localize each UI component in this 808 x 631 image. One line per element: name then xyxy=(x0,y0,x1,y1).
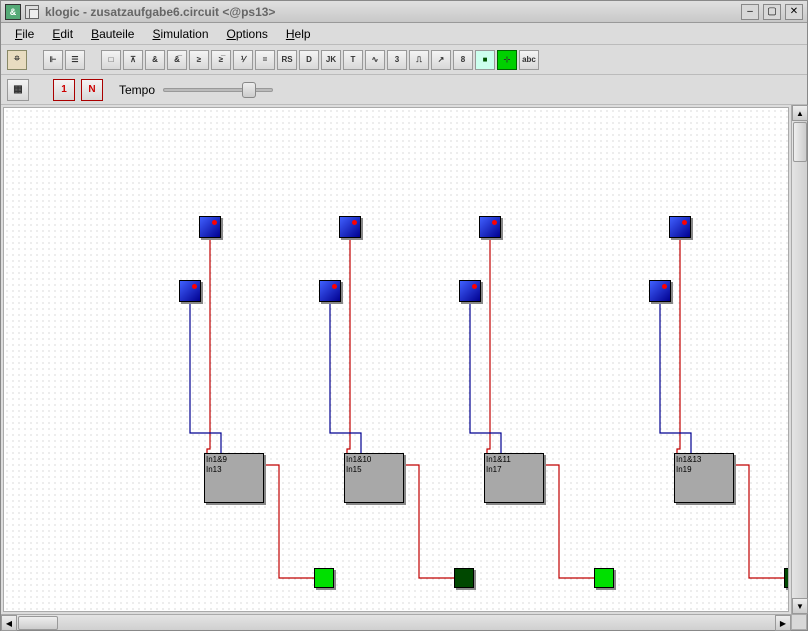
subcircuit-3[interactable]: In1&13In19 xyxy=(674,453,734,503)
sizegrip[interactable] xyxy=(791,614,807,630)
menu-help[interactable]: Help xyxy=(278,25,319,43)
tool-4[interactable]: ⊼ xyxy=(123,50,143,70)
tool-6[interactable]: &̅ xyxy=(167,50,187,70)
tool-14[interactable]: T xyxy=(343,50,363,70)
switch-top-0[interactable] xyxy=(199,216,221,238)
tool-19[interactable]: 8 xyxy=(453,50,473,70)
toolbar-secondary: ▦ 1 N Tempo xyxy=(1,75,807,105)
subcircuit-1[interactable]: In1&10In15 xyxy=(344,453,404,503)
led-2[interactable] xyxy=(594,568,614,588)
switch-bot-1[interactable] xyxy=(319,280,341,302)
tool-9[interactable]: ⅟ xyxy=(233,50,253,70)
toolbar-main: ⯐ ⊩☰ □⊼&&̅≥≥̅⅟=RSDJKT∿3⎍↗8■⊹abc xyxy=(1,45,807,75)
tool-8[interactable]: ≥̅ xyxy=(211,50,231,70)
circuit-canvas[interactable]: In1&9In13 In1&10In15 In1&11In17 In1&13In19 xyxy=(4,108,789,612)
scroll-right-button[interactable]: ▶ xyxy=(775,615,791,631)
menu-options[interactable]: Options xyxy=(219,25,276,43)
tool-2[interactable]: ☰ xyxy=(65,50,85,70)
tool-21[interactable]: ⊹ xyxy=(497,50,517,70)
app-window: & klogic - zusatzaufgabe6.circuit <@ps13… xyxy=(0,0,808,631)
menu-edit[interactable]: Edit xyxy=(44,25,81,43)
scroll-left-button[interactable]: ◀ xyxy=(1,615,17,631)
horizontal-scrollbar[interactable]: ◀ ▶ xyxy=(1,614,791,630)
switch-top-3[interactable] xyxy=(669,216,691,238)
tool-11[interactable]: RS xyxy=(277,50,297,70)
hscroll-thumb[interactable] xyxy=(18,616,58,630)
switch-top-1[interactable] xyxy=(339,216,361,238)
window-title: klogic - zusatzaufgabe6.circuit <@ps13> xyxy=(45,5,737,19)
tool-22[interactable]: abc xyxy=(519,50,539,70)
tempo-label: Tempo xyxy=(119,83,155,97)
menubar: File Edit Bauteile Simulation Options He… xyxy=(1,23,807,45)
tool-13[interactable]: JK xyxy=(321,50,341,70)
bottom-bar: ◀ ▶ xyxy=(1,614,807,630)
switch-top-2[interactable] xyxy=(479,216,501,238)
tempo-control: Tempo xyxy=(119,83,273,97)
wire-layer xyxy=(4,108,789,612)
menu-simulation[interactable]: Simulation xyxy=(144,25,216,43)
tool-5[interactable]: & xyxy=(145,50,165,70)
restore-icon[interactable] xyxy=(25,5,39,19)
tempo-slider[interactable] xyxy=(163,88,273,92)
tool-16[interactable]: 3 xyxy=(387,50,407,70)
workarea: In1&9In13In1&10In15In1&11In17In1&13In19 … xyxy=(1,105,807,614)
tool-3[interactable]: □ xyxy=(101,50,121,70)
switch-bot-3[interactable] xyxy=(649,280,671,302)
led-3[interactable] xyxy=(784,568,789,588)
tool-17[interactable]: ⎍ xyxy=(409,50,429,70)
led-1[interactable] xyxy=(454,568,474,588)
vscroll-thumb[interactable] xyxy=(793,122,807,162)
scroll-up-button[interactable]: ▲ xyxy=(792,105,808,121)
vertical-scrollbar[interactable]: ▲ ▼ xyxy=(791,105,807,614)
switch-bot-2[interactable] xyxy=(459,280,481,302)
tool-20[interactable]: ■ xyxy=(475,50,495,70)
app-icon: & xyxy=(5,4,21,20)
led-0[interactable] xyxy=(314,568,334,588)
tool-12[interactable]: D xyxy=(299,50,319,70)
tool-18[interactable]: ↗ xyxy=(431,50,451,70)
tool-15[interactable]: ∿ xyxy=(365,50,385,70)
tool-7[interactable]: ≥ xyxy=(189,50,209,70)
n-button[interactable]: N xyxy=(81,79,103,101)
titlebar[interactable]: & klogic - zusatzaufgabe6.circuit <@ps13… xyxy=(1,1,807,23)
subcircuit-2[interactable]: In1&11In17 xyxy=(484,453,544,503)
subcircuit-0[interactable]: In1&9In13 xyxy=(204,453,264,503)
tool-0[interactable]: ⯐ xyxy=(7,50,27,70)
canvas-viewport: In1&9In13 In1&10In15 In1&11In17 In1&13In19 xyxy=(3,107,789,612)
scroll-down-button[interactable]: ▼ xyxy=(792,598,808,614)
tool-10[interactable]: = xyxy=(255,50,275,70)
slider-thumb[interactable] xyxy=(242,82,256,98)
menu-file[interactable]: File xyxy=(7,25,42,43)
graph-button[interactable]: ▦ xyxy=(7,79,29,101)
close-button[interactable]: ✕ xyxy=(785,4,803,20)
switch-bot-0[interactable] xyxy=(179,280,201,302)
menu-bauteile[interactable]: Bauteile xyxy=(83,25,142,43)
one-button[interactable]: 1 xyxy=(53,79,75,101)
minimize-button[interactable]: – xyxy=(741,4,759,20)
tool-1[interactable]: ⊩ xyxy=(43,50,63,70)
maximize-button[interactable]: ▢ xyxy=(763,4,781,20)
